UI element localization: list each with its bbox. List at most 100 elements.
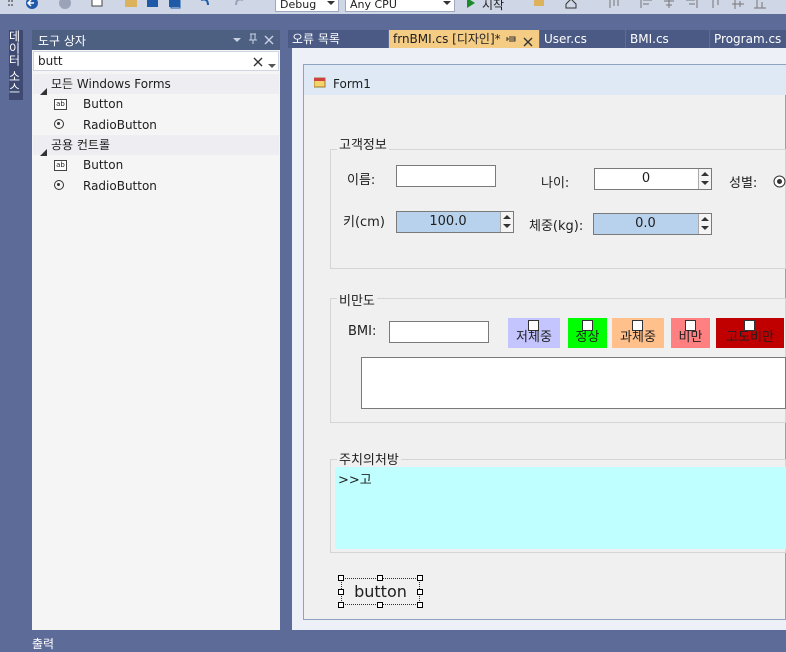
button-icon: ab	[54, 160, 67, 171]
toolbox-item-radiobutton[interactable]: RadioButton	[33, 176, 279, 196]
spinner-icon[interactable]	[698, 214, 711, 234]
tab-error-list[interactable]: 오류 목록	[288, 30, 388, 48]
category-label: 고도비만	[726, 330, 774, 345]
customer-group-title: 고객정보	[337, 134, 389, 153]
platform-combo[interactable]: Any CPU	[345, 0, 455, 12]
gender-radio[interactable]	[773, 175, 786, 191]
form1-titlebar: Form1	[304, 65, 786, 95]
data-source-tab[interactable]: 데이터 소스	[7, 30, 23, 100]
resize-handle[interactable]	[377, 575, 383, 581]
prescription-text: >>고	[338, 473, 372, 488]
save-all-icon[interactable]	[168, 0, 182, 12]
bmi-label: BMI:	[348, 324, 377, 339]
open-folder-icon[interactable]	[124, 0, 138, 12]
align-middle-icon[interactable]	[732, 0, 746, 12]
bmi-textbox[interactable]	[389, 321, 489, 343]
main-toolbar: Debug Any CPU 시작	[0, 0, 786, 14]
item-label: RadioButton	[83, 179, 157, 193]
toolbox-item-button[interactable]: ab Button	[33, 155, 279, 175]
back-icon[interactable]	[25, 0, 39, 12]
group-label: 공용 컨트롤	[51, 138, 111, 152]
resize-handle[interactable]	[338, 575, 344, 581]
weight-numeric[interactable]: 0.0	[593, 213, 712, 235]
obesity-group-title: 비만도	[337, 290, 377, 309]
category-label: 비만	[678, 330, 703, 345]
age-numeric[interactable]: 0	[594, 168, 712, 190]
weight-value: 0.0	[635, 216, 656, 231]
align-right-icon[interactable]	[684, 0, 698, 12]
weight-label: 체중(kg):	[529, 219, 584, 234]
name-label: 이름:	[347, 173, 376, 188]
bmi-result-box[interactable]	[361, 357, 786, 409]
start-icon[interactable]	[465, 0, 479, 11]
button-label: button	[354, 582, 407, 601]
resize-handle[interactable]	[417, 575, 423, 581]
undo-icon[interactable]	[198, 0, 212, 12]
height-value: 100.0	[429, 214, 467, 229]
tab-program[interactable]: Program.cs	[710, 30, 786, 48]
output-tab[interactable]: 출력	[32, 635, 54, 652]
search-options-icon[interactable]	[268, 59, 276, 73]
toolbox-item-button[interactable]: ab Button	[33, 94, 279, 114]
platform-value: Any CPU	[350, 0, 397, 11]
tab-frnbmi-designer[interactable]: frnBMI.cs [디자인]*	[389, 30, 539, 48]
align-center-icon[interactable]	[662, 0, 676, 12]
radio-icon	[54, 180, 64, 190]
item-label: Button	[83, 158, 124, 172]
align-left-icon[interactable]	[640, 0, 654, 12]
resize-handle[interactable]	[417, 589, 423, 595]
category-label: 과체중	[620, 330, 656, 345]
save-icon[interactable]	[146, 0, 160, 12]
dropdown-icon[interactable]	[232, 34, 242, 48]
tab-label: BMI.cs	[630, 32, 669, 46]
resize-handle[interactable]	[338, 602, 344, 608]
button-control[interactable]: button	[341, 578, 420, 605]
category-severely-obese[interactable]: 고도비만	[716, 318, 784, 348]
category-label: 저체중	[516, 330, 552, 345]
home-icon[interactable]	[564, 0, 578, 12]
align-top-icon[interactable]	[710, 0, 724, 12]
spinner-icon[interactable]	[698, 169, 711, 189]
start-button-label[interactable]: 시작	[482, 0, 504, 13]
form-icon	[313, 76, 326, 91]
config-combo[interactable]: Debug	[275, 0, 339, 12]
name-textbox[interactable]	[396, 165, 496, 187]
group-label: 모든 Windows Forms	[51, 77, 171, 91]
toolbox-group-common-controls[interactable]: 공용 컨트롤	[33, 135, 279, 156]
toolbox-search-input[interactable]: butt	[33, 51, 279, 71]
radio-icon	[54, 119, 64, 129]
close-icon[interactable]	[264, 34, 274, 48]
chevron-down-icon	[443, 1, 451, 5]
align-icon[interactable]	[608, 0, 622, 12]
category-underweight[interactable]: 저체중	[508, 318, 560, 348]
tab-label: Program.cs	[714, 32, 782, 46]
toolbox-group-all-windows-forms[interactable]: 모든 Windows Forms	[33, 74, 279, 95]
item-label: Button	[83, 97, 124, 111]
forward-icon[interactable]	[58, 0, 72, 12]
category-normal[interactable]: 정상	[568, 318, 607, 348]
align-bottom-icon[interactable]	[754, 0, 768, 12]
prescription-group-title: 주치의처방	[337, 449, 401, 468]
search-value: butt	[38, 54, 63, 68]
find-icon[interactable]	[532, 0, 546, 12]
prescription-textbox[interactable]: >>고	[335, 467, 786, 549]
new-project-icon[interactable]	[90, 0, 104, 12]
spinner-icon[interactable]	[500, 212, 513, 232]
category-label: 정상	[575, 330, 600, 345]
resize-handle[interactable]	[338, 589, 344, 595]
resize-handle[interactable]	[417, 602, 423, 608]
tab-user[interactable]: User.cs	[540, 30, 625, 48]
item-label: RadioButton	[83, 118, 157, 132]
clear-search-icon[interactable]	[253, 56, 263, 70]
toolbox-item-radiobutton[interactable]: RadioButton	[33, 115, 279, 135]
height-numeric[interactable]: 100.0	[396, 211, 514, 233]
age-value: 0	[641, 171, 651, 186]
category-obese[interactable]: 비만	[671, 318, 710, 348]
resize-handle[interactable]	[377, 602, 383, 608]
category-overweight[interactable]: 과체중	[612, 318, 664, 348]
redo-icon[interactable]	[232, 0, 246, 12]
tab-label: User.cs	[544, 32, 587, 46]
side-strip	[0, 14, 32, 643]
tab-bmi[interactable]: BMI.cs	[626, 30, 709, 48]
pin-icon[interactable]	[248, 33, 258, 48]
